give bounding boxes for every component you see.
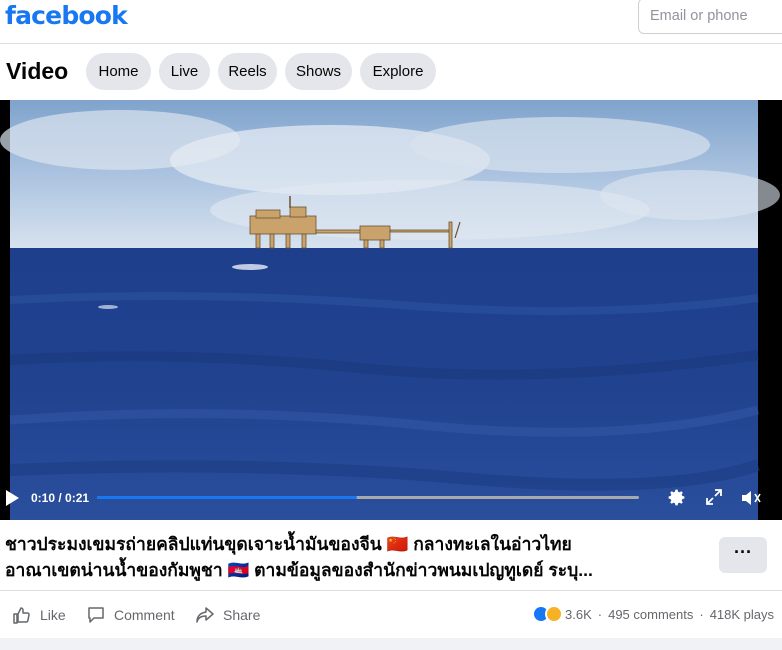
post-caption[interactable]: ชาวประมงเขมรถ่ายคลิปแท่นขุดเจาะน้ำมันของ…	[5, 531, 705, 583]
more-options-button[interactable]: ···	[719, 537, 767, 573]
comment-icon	[88, 607, 104, 623]
like-label: Like	[40, 607, 66, 623]
thumbs-up-icon	[13, 607, 30, 624]
share-button[interactable]: Share	[195, 605, 260, 625]
tab-reels[interactable]: Reels	[218, 53, 277, 90]
like-button[interactable]: Like	[12, 605, 66, 625]
tab-home[interactable]: Home	[86, 53, 151, 90]
video-player[interactable]: 0:10 / 0:21	[0, 100, 782, 520]
haha-reaction-icon	[545, 605, 563, 623]
tab-live[interactable]: Live	[159, 53, 210, 90]
video-frame	[0, 100, 782, 520]
comment-button[interactable]: Comment	[86, 605, 175, 625]
player-controls: 0:10 / 0:21	[0, 485, 782, 511]
tab-shows[interactable]: Shows	[285, 53, 352, 90]
share-icon	[196, 607, 214, 623]
comment-label: Comment	[114, 607, 175, 623]
time-readout: 0:10 / 0:21	[31, 491, 90, 505]
fullscreen-icon[interactable]	[706, 489, 722, 505]
play-icon[interactable]	[4, 489, 20, 507]
plays-count: 418K plays	[709, 606, 775, 622]
share-label: Share	[223, 607, 261, 623]
post-details: ชาวประมงเขมรถ่ายคลิปแท่นขุดเจาะน้ำมันของ…	[0, 520, 782, 638]
page-title: Video	[6, 58, 69, 84]
tab-explore[interactable]: Explore	[360, 53, 436, 90]
comments-count[interactable]: 495 comments	[608, 607, 693, 622]
separator-dot: ·	[699, 606, 704, 622]
caption-line-2: อาณาเขตน่านน้ำของกัมพูชา 🇰🇭 ตามข้อมูลของ…	[5, 560, 593, 580]
progress-bar[interactable]	[97, 496, 639, 499]
divider	[0, 590, 782, 591]
volume-icon[interactable]	[740, 488, 764, 508]
top-bar: facebook Email or phone	[0, 0, 782, 44]
email-field[interactable]: Email or phone	[638, 0, 782, 34]
reactions-count[interactable]: 3.6K	[565, 607, 592, 622]
facebook-logo[interactable]: facebook	[5, 1, 128, 30]
progress-fill	[97, 496, 358, 499]
video-nav-bar: Video Home Live Reels Shows Explore	[0, 44, 782, 100]
caption-line-1: ชาวประมงเขมรถ่ายคลิปแท่นขุดเจาะน้ำมันของ…	[5, 534, 572, 554]
settings-icon[interactable]	[666, 487, 687, 508]
post-stats: 3.6K · 495 comments · 418K plays	[532, 605, 774, 623]
separator-dot: ·	[597, 606, 603, 622]
